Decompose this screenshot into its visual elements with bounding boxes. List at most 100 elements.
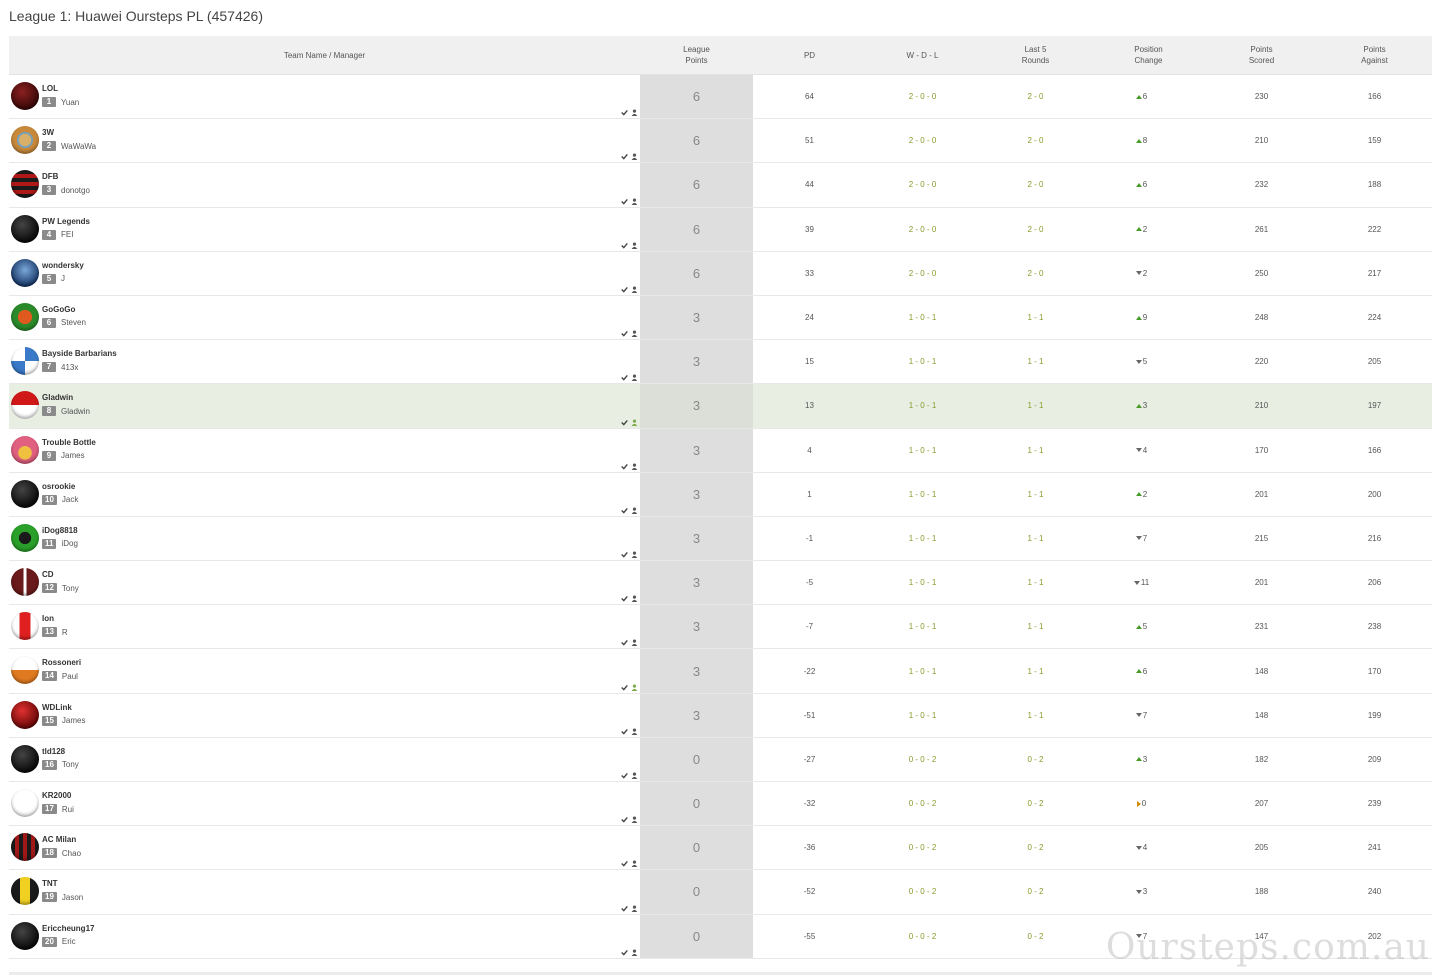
- team-name[interactable]: Bayside Barbarians: [42, 349, 117, 358]
- team-name[interactable]: TNT: [42, 879, 58, 888]
- check-icon[interactable]: [621, 109, 628, 116]
- team-cell: LOL 1 Yuan: [9, 75, 640, 118]
- user-icon[interactable]: [631, 595, 638, 603]
- pd-cell: -22: [803, 666, 816, 676]
- user-icon[interactable]: [631, 330, 638, 338]
- table-row[interactable]: Ion 13 R 3 -7 1 - 0 - 1 1 - 1 5 231 238: [9, 605, 1432, 650]
- table-row[interactable]: tld128 16 Tony 0 -27 0 - 0 - 2 0 - 2 3 1…: [9, 737, 1432, 782]
- table-row[interactable]: 3W 2 WaWaWa 6 51 2 - 0 - 0 2 - 0 8 210 1…: [9, 119, 1432, 164]
- col-team-header[interactable]: Team Name / Manager: [9, 36, 640, 74]
- user-icon[interactable]: [631, 905, 638, 912]
- user-icon[interactable]: [631, 286, 638, 293]
- table-row[interactable]: Rossoneri 14 Paul 3 -22 1 - 0 - 1 1 - 1 …: [9, 649, 1432, 694]
- check-icon[interactable]: [621, 198, 628, 205]
- user-icon[interactable]: [631, 860, 638, 868]
- team-name[interactable]: AC Milan: [42, 835, 76, 844]
- user-icon[interactable]: [631, 242, 638, 249]
- last5-cell: 2 - 0: [1027, 92, 1044, 102]
- team-name[interactable]: wondersky: [42, 261, 84, 270]
- col-points-against-header[interactable]: Points Against: [1318, 36, 1431, 74]
- table-row[interactable]: TNT 19 Jason 0 -52 0 - 0 - 2 0 - 2 3 188…: [9, 870, 1432, 915]
- table-row[interactable]: AC Milan 18 Chao 0 -36 0 - 0 - 2 0 - 2 4…: [9, 826, 1432, 871]
- check-icon[interactable]: [621, 374, 628, 381]
- table-row[interactable]: KR2000 17 Rui 0 -32 0 - 0 - 2 0 - 2 0 20…: [9, 782, 1432, 827]
- rank-badge: 16: [42, 759, 57, 770]
- rank-manager: 2 WaWaWa: [42, 141, 96, 152]
- check-icon[interactable]: [621, 153, 628, 161]
- user-icon[interactable]: [631, 684, 638, 691]
- check-icon[interactable]: [621, 639, 628, 647]
- user-icon[interactable]: [631, 463, 638, 470]
- table-row[interactable]: wondersky 5 J 6 33 2 - 0 - 0 2 - 0 2 250…: [9, 251, 1432, 296]
- team-cell: GoGoGo 6 Steven: [9, 296, 640, 339]
- team-name[interactable]: Gladwin: [42, 393, 73, 402]
- team-name[interactable]: LOL: [42, 84, 58, 93]
- check-icon[interactable]: [621, 242, 628, 249]
- team-name[interactable]: Ericcheung17: [42, 924, 94, 933]
- check-icon[interactable]: [621, 595, 628, 602]
- check-icon[interactable]: [621, 860, 628, 868]
- table-row[interactable]: WDLink 15 James 3 -51 1 - 0 - 1 1 - 1 7 …: [9, 693, 1432, 738]
- col-last5-header[interactable]: Last 5 Rounds: [979, 36, 1092, 74]
- check-icon[interactable]: [621, 551, 628, 558]
- check-icon[interactable]: [621, 286, 628, 293]
- team-name[interactable]: Trouble Bottle: [42, 438, 96, 447]
- user-icon[interactable]: [631, 198, 638, 205]
- check-icon[interactable]: [621, 684, 628, 691]
- team-name[interactable]: iDog8818: [42, 526, 78, 535]
- team-name[interactable]: 3W: [42, 128, 54, 137]
- check-icon[interactable]: [621, 419, 628, 426]
- user-icon[interactable]: [631, 153, 638, 161]
- col-points-scored-header[interactable]: Points Scored: [1205, 36, 1318, 74]
- last5-cell: 1 - 1: [1027, 710, 1044, 720]
- check-icon[interactable]: [621, 728, 628, 735]
- team-name[interactable]: Ion: [42, 614, 54, 623]
- team-name[interactable]: Rossoneri: [42, 658, 81, 667]
- col-position-change-header[interactable]: Position Change: [1092, 36, 1205, 74]
- user-icon[interactable]: [631, 728, 638, 735]
- col-pd-header[interactable]: PD: [753, 36, 866, 74]
- check-icon[interactable]: [621, 772, 628, 779]
- user-icon[interactable]: [631, 507, 638, 514]
- team-name[interactable]: WDLink: [42, 703, 72, 712]
- manager-name: FEI: [61, 230, 74, 240]
- user-icon[interactable]: [631, 418, 638, 426]
- table-row[interactable]: GoGoGo 6 Steven 3 24 1 - 0 - 1 1 - 1 9 2…: [9, 295, 1432, 341]
- table-row[interactable]: CD 12 Tony 3 -5 1 - 0 - 1 1 - 1 11 201 2…: [9, 561, 1432, 606]
- user-icon[interactable]: [631, 551, 638, 559]
- team-name[interactable]: PW Legends: [42, 217, 90, 226]
- team-logo: [11, 523, 39, 552]
- manager-name: James: [61, 451, 85, 460]
- check-icon[interactable]: [621, 816, 628, 823]
- team-name[interactable]: osrookie: [42, 482, 75, 491]
- table-row[interactable]: Gladwin 8 Gladwin 3 13 1 - 0 - 1 1 - 1 3…: [9, 384, 1432, 429]
- check-icon[interactable]: [621, 507, 628, 514]
- user-icon[interactable]: [631, 949, 638, 956]
- table-row[interactable]: PW Legends 4 FEI 6 39 2 - 0 - 0 2 - 0 2 …: [9, 207, 1432, 252]
- user-icon[interactable]: [631, 639, 638, 647]
- user-icon[interactable]: [631, 374, 638, 382]
- table-row[interactable]: Trouble Bottle 9 James 3 4 1 - 0 - 1 1 -…: [9, 428, 1432, 473]
- check-icon[interactable]: [621, 463, 628, 470]
- team-name[interactable]: tld128: [42, 747, 65, 756]
- team-name[interactable]: KR2000: [42, 791, 71, 800]
- col-wdl-header[interactable]: W - D - L: [866, 36, 979, 74]
- table-row[interactable]: iDog8818 11 iDog 3 -1 1 - 0 - 1 1 - 1 7 …: [9, 516, 1432, 562]
- check-icon[interactable]: [621, 949, 628, 956]
- table-row[interactable]: DFB 3 donotgo 6 44 2 - 0 - 0 2 - 0 6 232…: [9, 163, 1432, 208]
- table-row[interactable]: Bayside Barbarians 7 413x 3 15 1 - 0 - 1…: [9, 340, 1432, 385]
- table-row[interactable]: LOL 1 Yuan 6 64 2 - 0 - 0 2 - 0 6 230 16…: [9, 75, 1432, 120]
- user-icon[interactable]: [631, 109, 638, 117]
- check-icon[interactable]: [621, 330, 628, 337]
- pd-cell: -27: [803, 754, 816, 764]
- team-name[interactable]: DFB: [42, 172, 58, 181]
- table-row[interactable]: osrookie 10 Jack 3 1 1 - 0 - 1 1 - 1 2 2…: [9, 472, 1432, 517]
- rank-manager: 12 Tony: [42, 583, 79, 594]
- user-icon[interactable]: [631, 816, 638, 824]
- team-name[interactable]: CD: [42, 570, 54, 579]
- team-name[interactable]: GoGoGo: [42, 305, 75, 314]
- points-scored-cell: 188: [1254, 887, 1269, 897]
- check-icon[interactable]: [621, 905, 628, 912]
- user-icon[interactable]: [631, 772, 638, 779]
- col-league-points-header[interactable]: League Points: [640, 36, 753, 74]
